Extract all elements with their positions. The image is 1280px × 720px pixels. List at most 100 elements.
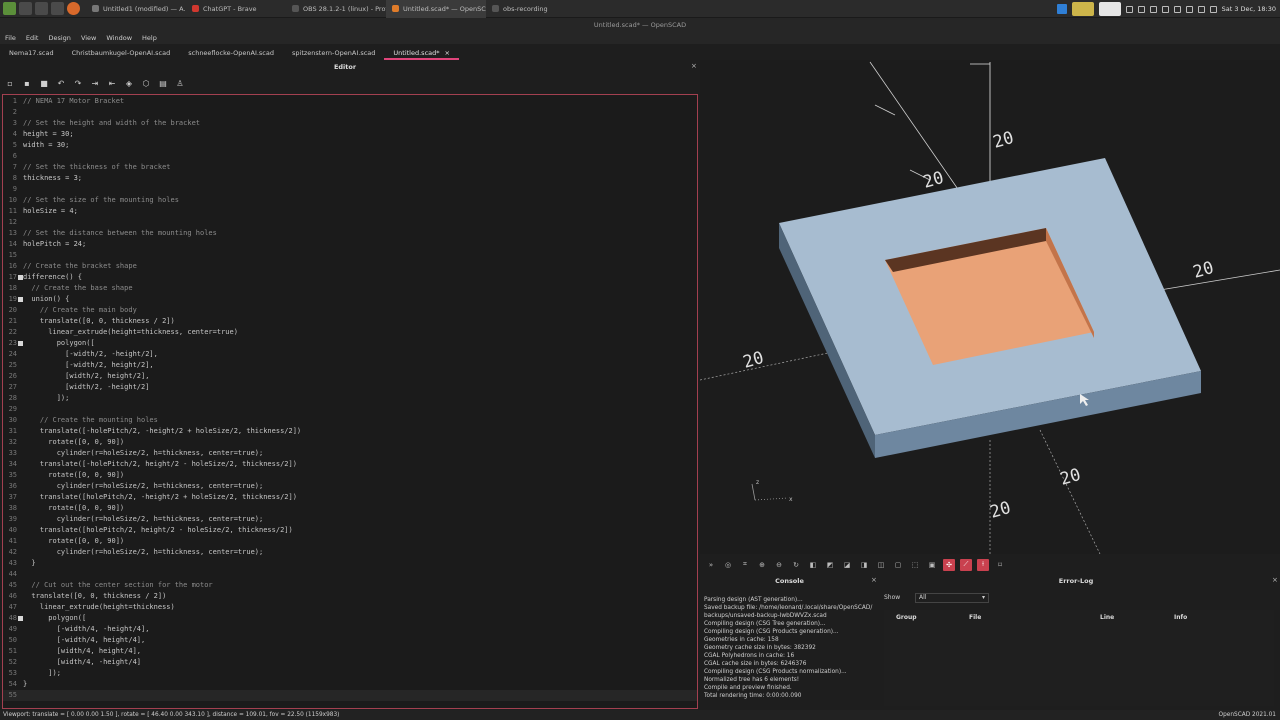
- code-line[interactable]: 29: [3, 404, 697, 415]
- battery-icon[interactable]: [1209, 5, 1217, 13]
- save-icon[interactable]: ■: [39, 78, 49, 88]
- code-line[interactable]: 47 linear_extrude(height=thickness): [3, 602, 697, 613]
- undo-icon[interactable]: ↶: [56, 78, 66, 88]
- code-line[interactable]: 16 // Create the bracket shape: [3, 261, 697, 272]
- errorlog-col-file[interactable]: File: [939, 614, 1044, 621]
- code-line[interactable]: 18 // Create the base shape: [3, 283, 697, 294]
- code-line[interactable]: 2: [3, 107, 697, 118]
- file-tab[interactable]: Nema17.scad: [0, 46, 63, 60]
- code-line[interactable]: 15: [3, 250, 697, 261]
- tray-workspace-1[interactable]: [1071, 2, 1094, 16]
- code-line[interactable]: 40 translate([holePitch/2, height/2 - ho…: [3, 525, 697, 536]
- code-line[interactable]: 6: [3, 151, 697, 162]
- menu-item[interactable]: Edit: [26, 32, 39, 44]
- code-line[interactable]: 30 // Create the mounting holes: [3, 415, 697, 426]
- code-line[interactable]: 51 [width/4, height/4],: [3, 646, 697, 657]
- code-line[interactable]: 44: [3, 569, 697, 580]
- unindent-icon[interactable]: ⇤: [107, 78, 117, 88]
- code-line[interactable]: 43 }: [3, 558, 697, 569]
- code-line[interactable]: 3 // Set the height and width of the brac…: [3, 118, 697, 129]
- code-line[interactable]: 22 linear_extrude(height=thickness, cent…: [3, 327, 697, 338]
- show-axes-icon[interactable]: ✣: [943, 558, 955, 571]
- view-front-icon[interactable]: ◫: [875, 559, 887, 571]
- code-line[interactable]: 32 rotate([0, 0, 90]): [3, 437, 697, 448]
- render-button-icon[interactable]: ◎: [722, 559, 734, 571]
- taskbar-task[interactable]: ChatGPT - Brave: [186, 0, 286, 18]
- redo-icon[interactable]: ↷: [73, 78, 83, 88]
- firefox-icon[interactable]: [67, 2, 80, 15]
- errorlog-col-info[interactable]: Info: [1174, 614, 1264, 621]
- view-top-icon[interactable]: ◩: [824, 559, 836, 571]
- taskbar-task[interactable]: OBS 28.1.2-1 (linux) - Profi...: [286, 0, 386, 18]
- code-line[interactable]: 24 [-width/2, -height/2],: [3, 349, 697, 360]
- code-line[interactable]: 17 difference() {: [3, 272, 697, 283]
- tray-app-icon[interactable]: [1056, 4, 1067, 14]
- code-line[interactable]: 12: [3, 217, 697, 228]
- menu-item[interactable]: Help: [142, 32, 157, 44]
- code-line[interactable]: 41 rotate([0, 0, 90]): [3, 536, 697, 547]
- orthogonal-icon[interactable]: ▣: [926, 559, 938, 571]
- view-back-icon[interactable]: ▢: [892, 559, 904, 571]
- code-line[interactable]: 55: [3, 690, 697, 701]
- preview-icon[interactable]: ◈: [124, 78, 134, 88]
- code-line[interactable]: 53 ]);: [3, 668, 697, 679]
- code-line[interactable]: 39 cylinder(r=holeSize/2, h=thickness, c…: [3, 514, 697, 525]
- code-line[interactable]: 11 holeSize = 4;: [3, 206, 697, 217]
- menu-item[interactable]: Window: [106, 32, 132, 44]
- indent-icon[interactable]: ⇥: [90, 78, 100, 88]
- code-line[interactable]: 48 polygon([: [3, 613, 697, 624]
- export-stl-icon[interactable]: ▤: [158, 78, 168, 88]
- code-line[interactable]: 1 // NEMA 17 Motor Bracket: [3, 96, 697, 107]
- code-line[interactable]: 19 union() {: [3, 294, 697, 305]
- code-line[interactable]: 7 // Set the thickness of the bracket: [3, 162, 697, 173]
- show-scale-icon[interactable]: ⟋: [960, 558, 972, 571]
- window-icon[interactable]: [1137, 5, 1145, 13]
- taskbar-task[interactable]: Untitled1 (modified) — A...: [86, 0, 186, 18]
- code-line[interactable]: 21 translate([0, 0, thickness / 2]): [3, 316, 697, 327]
- code-line[interactable]: 38 rotate([0, 0, 90]): [3, 503, 697, 514]
- code-line[interactable]: 20 // Create the main body: [3, 305, 697, 316]
- code-line[interactable]: 50 [-width/4, height/4],: [3, 635, 697, 646]
- code-line[interactable]: 42 cylinder(r=holeSize/2, h=thickness, c…: [3, 547, 697, 558]
- errorlog-close-icon[interactable]: ×: [1272, 576, 1278, 584]
- taskbar-task[interactable]: Untitled.scad* — OpenSC...: [386, 0, 486, 18]
- perspective-icon[interactable]: ⬚: [909, 559, 921, 571]
- code-line[interactable]: 46 translate([0, 0, thickness / 2]): [3, 591, 697, 602]
- bluetooth-icon[interactable]: [1185, 5, 1193, 13]
- code-line[interactable]: 13 // Set the distance between the mounti…: [3, 228, 697, 239]
- send-to-print-icon[interactable]: ♙: [175, 78, 185, 88]
- view-right-icon[interactable]: ◧: [807, 559, 819, 571]
- code-line[interactable]: 10 // Set the size of the mounting holes: [3, 195, 697, 206]
- render-icon[interactable]: ⬡: [141, 78, 151, 88]
- code-line[interactable]: 36 cylinder(r=holeSize/2, h=thickness, c…: [3, 481, 697, 492]
- code-line[interactable]: 9: [3, 184, 697, 195]
- terminal-icon[interactable]: [35, 2, 48, 15]
- code-editor[interactable]: 1// NEMA 17 Motor Bracket 2 3// Set the he…: [2, 94, 698, 709]
- code-line[interactable]: 27 [width/2, -height/2]: [3, 382, 697, 393]
- new-file-icon[interactable]: ▫: [5, 78, 15, 88]
- errorlog-filter-select[interactable]: All ▾: [915, 593, 989, 603]
- clock[interactable]: Sat 3 Dec, 18:30: [1222, 5, 1276, 13]
- code-line[interactable]: 8 thickness = 3;: [3, 173, 697, 184]
- open-file-icon[interactable]: ▪: [22, 78, 32, 88]
- reset-view-icon[interactable]: ↻: [790, 559, 802, 571]
- zoom-out-icon[interactable]: ⊖: [773, 559, 785, 571]
- code-line[interactable]: 35 rotate([0, 0, 90]): [3, 470, 697, 481]
- file-tab[interactable]: schneeflocke-OpenAI.scad: [179, 46, 283, 60]
- console-close-icon[interactable]: ×: [871, 576, 877, 584]
- view-all-icon[interactable]: ⌗: [739, 559, 751, 571]
- errorlog-col-group[interactable]: Group: [884, 614, 939, 621]
- code-line[interactable]: 52 [width/4, -height/4]: [3, 657, 697, 668]
- code-line[interactable]: 26 [width/2, height/2],: [3, 371, 697, 382]
- code-line[interactable]: 28 ]);: [3, 393, 697, 404]
- code-line[interactable]: 5 width = 30;: [3, 140, 697, 151]
- zoom-in-icon[interactable]: ⊕: [756, 559, 768, 571]
- shield-icon[interactable]: [1125, 5, 1133, 13]
- menu-item[interactable]: View: [81, 32, 96, 44]
- tray-workspace-2[interactable]: [1098, 2, 1121, 16]
- clipboard-icon[interactable]: [1149, 5, 1157, 13]
- code-line[interactable]: 14 holePitch = 24;: [3, 239, 697, 250]
- view-left-icon[interactable]: ◨: [858, 559, 870, 571]
- code-line[interactable]: 34 translate([-holePitch/2, height/2 - h…: [3, 459, 697, 470]
- code-line[interactable]: 49 [-width/4, -height/4],: [3, 624, 697, 635]
